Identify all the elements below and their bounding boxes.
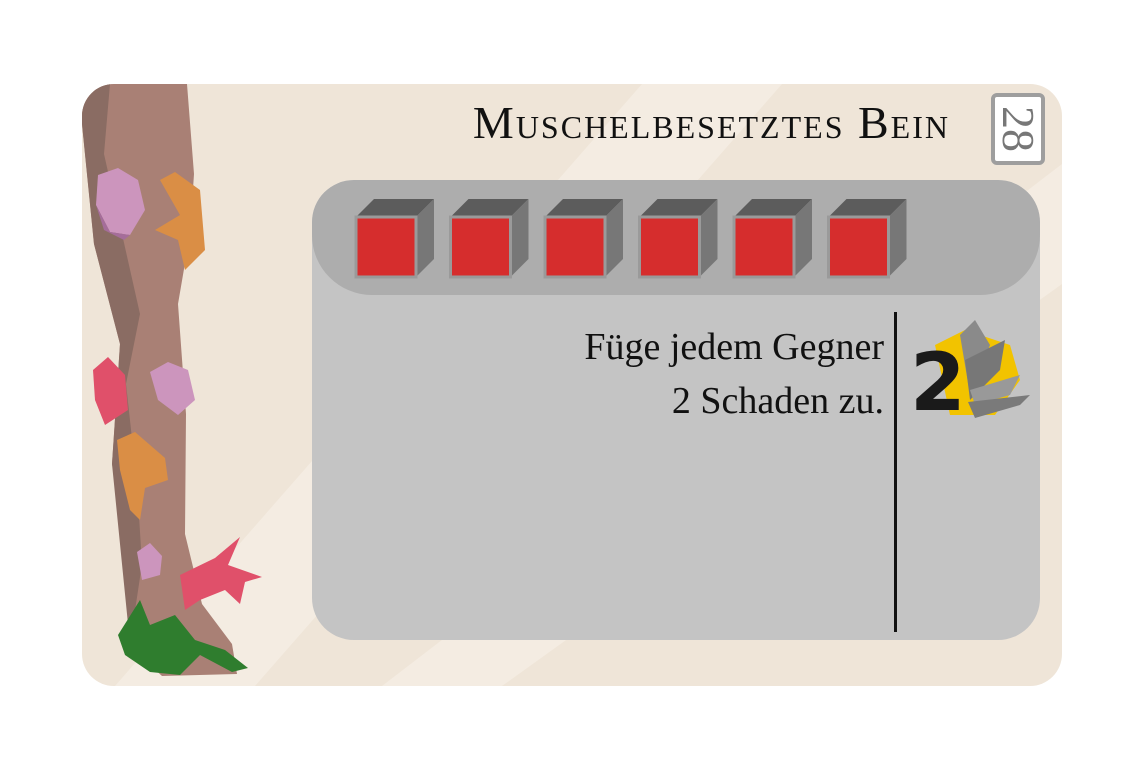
damage-all-icon: 2	[910, 320, 1030, 429]
damage-value: 2	[910, 336, 966, 429]
